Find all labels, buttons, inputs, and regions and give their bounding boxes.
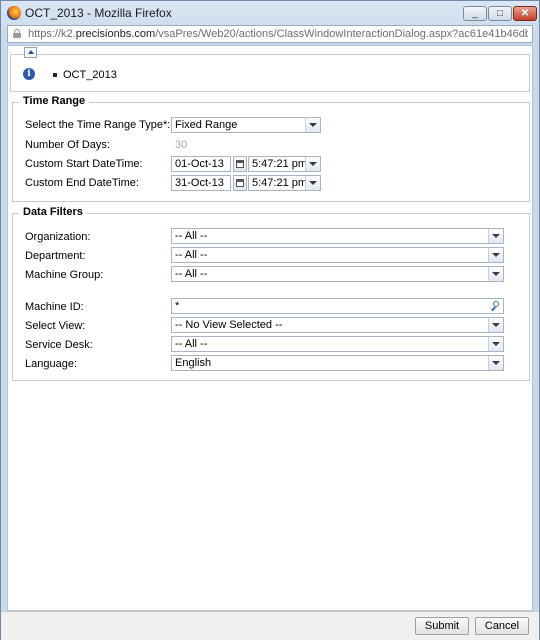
info-header: i OCT_2013 [10,54,530,92]
department-label: Department: [25,250,86,262]
end-time-select[interactable]: 5:47:21 pm [248,175,321,191]
url-domain: precisionbs.com [75,28,156,40]
header-item: OCT_2013 [63,69,117,81]
dialog-footer: Submit Cancel [1,611,539,640]
lock-icon [13,29,21,38]
url-path: /vsaPres/Web20/actions/ClassWindowIntera… [155,28,528,40]
bullet-icon [53,73,57,77]
browser-window: OCT_2013 - Mozilla Firefox _ □ ✕ https:/… [0,0,540,640]
language-label: Language: [25,358,77,370]
select-view-select[interactable]: -- No View Selected -- [171,317,504,333]
chevron-down-icon[interactable] [305,157,320,171]
machine-group-label: Machine Group: [25,269,104,281]
end-date-input[interactable]: 31-Oct-13 [171,175,231,191]
days-label: Number Of Days: [25,139,110,151]
start-date-value: 01-Oct-13 [175,158,224,170]
range-type-select[interactable]: Fixed Range [171,117,321,133]
time-range-legend: Time Range [19,95,90,107]
maximize-button[interactable]: □ [488,6,512,21]
department-select[interactable]: -- All -- [171,247,504,263]
chevron-down-icon[interactable] [488,337,503,351]
machine-group-select[interactable]: -- All -- [171,266,504,282]
end-date-value: 31-Oct-13 [175,177,224,189]
chevron-down-icon[interactable] [488,356,503,370]
organization-select[interactable]: -- All -- [171,228,504,244]
chevron-down-icon[interactable] [488,318,503,332]
service-desk-value: -- All -- [175,338,208,350]
chevron-down-icon[interactable] [488,267,503,281]
search-icon[interactable] [489,299,503,313]
machine-id-value: * [175,300,180,312]
organization-value: -- All -- [175,230,208,242]
title-bar: OCT_2013 - Mozilla Firefox _ □ ✕ [1,1,539,25]
chevron-down-icon[interactable] [488,248,503,262]
start-datetime-label: Custom Start DateTime: [25,158,143,170]
submit-button[interactable]: Submit [415,617,469,635]
chevron-down-icon[interactable] [305,176,320,190]
department-value: -- All -- [175,249,208,261]
service-desk-label: Service Desk: [25,339,93,351]
language-value: English [175,357,212,369]
machine-id-input[interactable]: * [171,298,504,314]
data-filters-group: Data Filters Organization: -- All -- Dep… [12,206,530,381]
range-type-value: Fixed Range [175,119,238,131]
select-view-label: Select View: [25,320,86,332]
start-date-input[interactable]: 01-Oct-13 [171,156,231,172]
service-desk-select[interactable]: -- All -- [171,336,504,352]
cancel-button[interactable]: Cancel [475,617,529,635]
minimize-button[interactable]: _ [463,6,487,21]
chevron-down-icon[interactable] [488,229,503,243]
select-view-value: -- No View Selected -- [175,319,283,331]
dialog-content: i OCT_2013 Time Range Select the Time Ra… [7,45,533,611]
organization-label: Organization: [25,231,91,243]
machine-id-label: Machine ID: [25,301,84,313]
start-time-select[interactable]: 5:47:21 pm [248,156,321,172]
machine-group-value: -- All -- [175,268,208,280]
url-text: https://k2.precisionbs.com/vsaPres/Web20… [28,28,528,40]
window-title: OCT_2013 - Mozilla Firefox [25,6,172,20]
range-type-label: Select the Time Range Type*: [25,119,171,131]
start-time-value: 5:47:21 pm [252,158,308,170]
calendar-icon[interactable] [233,156,247,172]
collapse-up-icon[interactable] [24,47,37,58]
url-prefix: https://k2. [28,28,76,40]
time-range-group: Time Range Select the Time Range Type*: … [12,95,530,202]
days-value: 30 [175,139,188,151]
firefox-icon [7,6,21,20]
info-icon: i [23,68,35,80]
data-filters-legend: Data Filters [19,206,87,218]
calendar-icon[interactable] [233,175,247,191]
chevron-down-icon[interactable] [305,118,320,132]
close-window-button[interactable]: ✕ [513,6,537,21]
language-select[interactable]: English [171,355,504,371]
end-time-value: 5:47:21 pm [252,177,308,189]
address-bar[interactable]: https://k2.precisionbs.com/vsaPres/Web20… [7,25,533,43]
end-datetime-label: Custom End DateTime: [25,177,139,189]
